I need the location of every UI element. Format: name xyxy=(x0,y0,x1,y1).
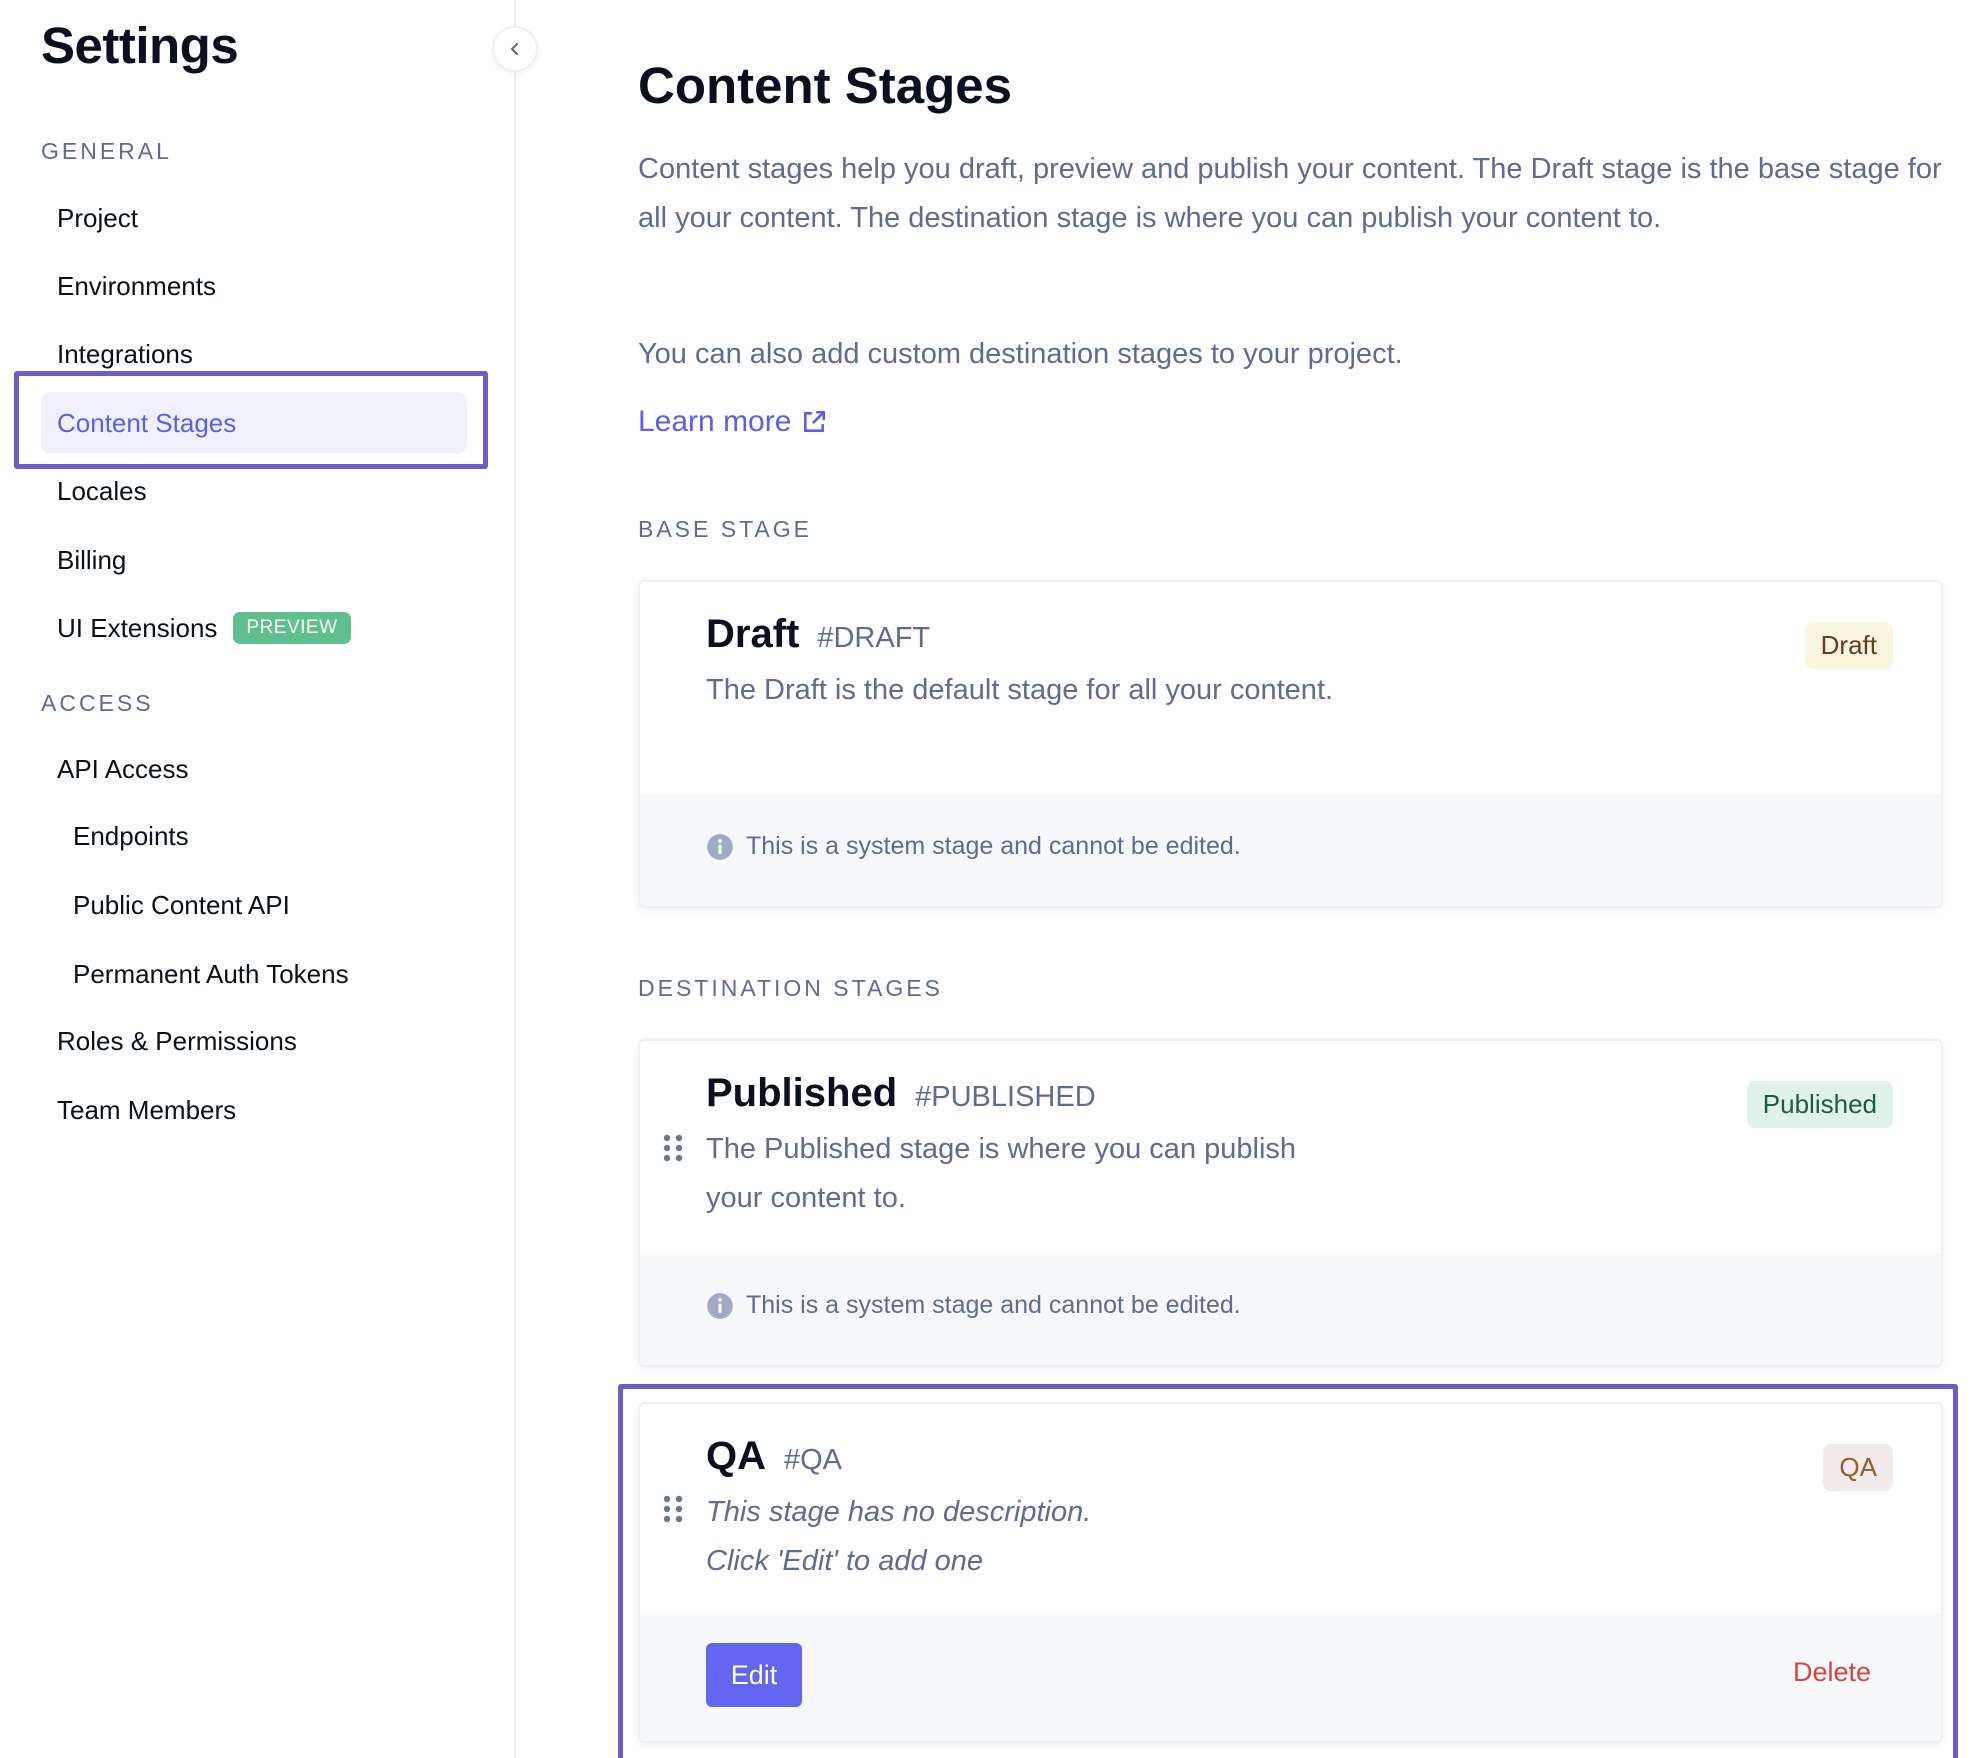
sidebar-item-label: Endpoints xyxy=(73,820,189,851)
stage-description-line: This stage has no description. xyxy=(706,1496,1092,1528)
stage-api-key: #PUBLISHED xyxy=(915,1081,1096,1113)
drag-handle-icon[interactable] xyxy=(662,1494,684,1524)
sidebar-item-label: Locales xyxy=(57,475,147,506)
stage-card-draft: Draft #DRAFT The Draft is the default st… xyxy=(638,580,1943,908)
sidebar-item-label: API Access xyxy=(57,753,189,784)
sidebar-item-label: Roles & Permissions xyxy=(57,1025,297,1056)
stage-name: Draft xyxy=(706,612,800,656)
system-stage-note: This is a system stage and cannot be edi… xyxy=(706,1291,1241,1320)
sidebar-item-label: Content Stages xyxy=(57,407,237,438)
intro-text-custom-stages: You can also add custom destination stag… xyxy=(638,338,1403,370)
stage-title-row: QA #QA xyxy=(706,1434,842,1479)
learn-more-label: Learn more xyxy=(638,405,792,438)
stage-color-badge: Draft xyxy=(1804,622,1893,669)
sidebar-item-label: Public Content API xyxy=(73,889,290,920)
sidebar-item-billing[interactable]: Billing xyxy=(41,530,467,590)
sidebar-item-label: UI Extensions xyxy=(57,612,218,643)
sidebar-item-project[interactable]: Project xyxy=(41,188,467,248)
stage-title-row: Published #PUBLISHED xyxy=(706,1071,1096,1116)
stage-card-published: Published #PUBLISHED The Published stage… xyxy=(638,1039,1943,1367)
stage-color-badge: Published xyxy=(1746,1081,1893,1128)
learn-more-link[interactable]: Learn more xyxy=(638,405,827,439)
stage-color-badge: QA xyxy=(1823,1444,1893,1491)
destination-stages-label: DESTINATION STAGES xyxy=(638,975,943,1001)
page-title: Content Stages xyxy=(638,57,1013,114)
stage-card-qa: QA #QA This stage has no description. Cl… xyxy=(638,1402,1943,1743)
stage-api-key: #DRAFT xyxy=(817,622,931,654)
delete-stage-button[interactable]: Delete xyxy=(1793,1657,1871,1688)
sidebar-item-integrations[interactable]: Integrations xyxy=(41,324,467,384)
sidebar-item-public-content-api[interactable]: Public Content API xyxy=(41,875,467,935)
sidebar-title: Settings xyxy=(41,17,239,74)
stage-api-key: #QA xyxy=(784,1444,843,1476)
stage-description-line: Click 'Edit' to add one xyxy=(706,1544,984,1577)
sidebar-item-label: Integrations xyxy=(57,338,193,369)
intro-text: Content stages help you draft, preview a… xyxy=(638,153,1942,234)
stage-description: The Published stage is where you can pub… xyxy=(706,1133,1297,1214)
section-label-general: GENERAL xyxy=(41,138,172,164)
preview-badge: PREVIEW xyxy=(233,612,351,644)
sidebar-item-locales[interactable]: Locales xyxy=(41,461,467,521)
drag-handle-icon[interactable] xyxy=(662,1133,684,1163)
sidebar-item-roles-permissions[interactable]: Roles & Permissions xyxy=(41,1011,467,1071)
sidebar-item-content-stages[interactable]: Content Stages xyxy=(41,392,467,454)
sidebar-item-ui-extensions[interactable]: UI Extensions PREVIEW xyxy=(41,598,467,658)
stage-card-footer: This is a system stage and cannot be edi… xyxy=(640,1253,1941,1365)
base-stage-label: BASE STAGE xyxy=(638,516,813,542)
sidebar-item-label: Project xyxy=(57,202,138,233)
sidebar-item-environments[interactable]: Environments xyxy=(41,256,467,316)
sidebar-item-label: Billing xyxy=(57,544,127,575)
system-stage-note: This is a system stage and cannot be edi… xyxy=(706,832,1241,861)
info-icon xyxy=(707,1292,733,1319)
system-stage-note-text: This is a system stage and cannot be edi… xyxy=(746,832,1241,860)
sidebar-item-team-members[interactable]: Team Members xyxy=(41,1080,467,1140)
sidebar-item-api-access[interactable]: API Access xyxy=(41,739,467,799)
sidebar-item-endpoints[interactable]: Endpoints xyxy=(41,806,467,866)
stage-description: The Draft is the default stage for all y… xyxy=(706,674,1334,706)
sidebar-item-label: Environments xyxy=(57,270,216,301)
collapse-sidebar-button[interactable] xyxy=(492,26,538,72)
info-icon xyxy=(707,833,733,860)
edit-stage-button[interactable]: Edit xyxy=(706,1643,802,1707)
stage-description-empty: This stage has no description. Click 'Ed… xyxy=(706,1488,1606,1585)
sidebar-item-permanent-auth-tokens[interactable]: Permanent Auth Tokens xyxy=(41,944,467,1004)
stage-name: Published xyxy=(706,1071,898,1115)
external-link-icon xyxy=(804,410,826,432)
chevron-left-icon xyxy=(510,42,519,56)
stage-title-row: Draft #DRAFT xyxy=(706,612,930,657)
sidebar-item-label: Team Members xyxy=(57,1094,237,1125)
sidebar-item-label: Permanent Auth Tokens xyxy=(73,958,349,989)
stage-card-footer: Edit Delete xyxy=(640,1613,1941,1741)
section-label-access: ACCESS xyxy=(41,690,154,716)
stage-name: QA xyxy=(706,1434,766,1478)
settings-sidebar: Settings GENERAL Project Environments In… xyxy=(0,0,516,1758)
system-stage-note-text: This is a system stage and cannot be edi… xyxy=(746,1291,1241,1319)
stage-card-footer: This is a system stage and cannot be edi… xyxy=(640,794,1941,906)
